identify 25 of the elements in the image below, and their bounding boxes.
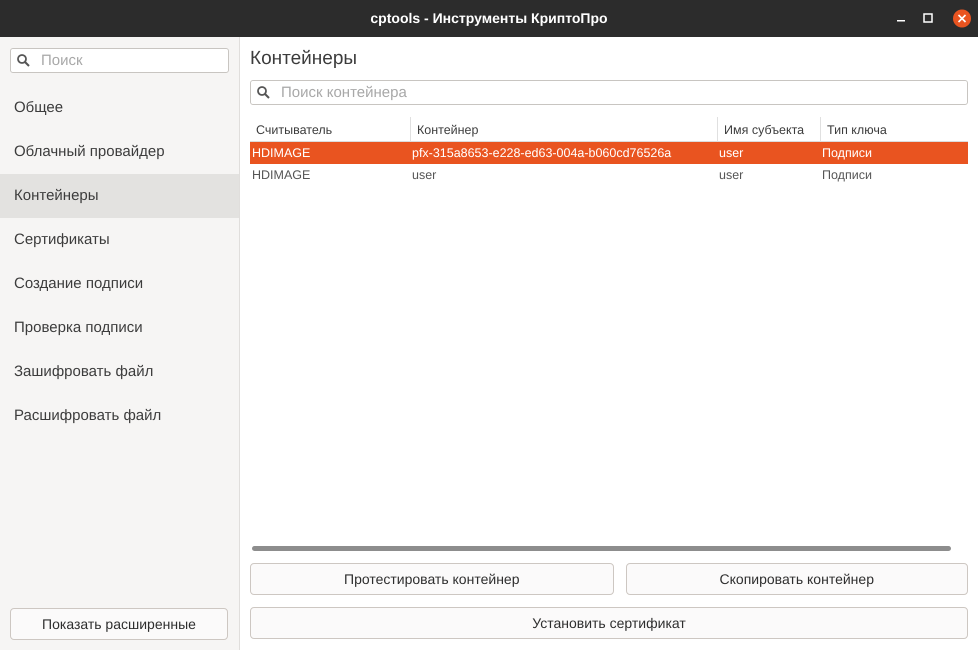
table-cell: user [717, 142, 820, 164]
table-cell-text: Подписи [821, 167, 873, 184]
table-cell: pfx-315a8653-e228-ed63-004a-b060cd76526a [410, 142, 717, 164]
sidebar-item[interactable]: Расшифровать файл [0, 394, 239, 438]
table-cell-text: user [411, 167, 438, 184]
table-cell: HDIMAGE [250, 142, 410, 164]
window-title: cptools - Инструменты КриптоПро [370, 9, 608, 28]
action-button[interactable]: Скопировать контейнер [626, 563, 968, 595]
search-field[interactable]: Поиск [10, 48, 229, 73]
sidebar-item[interactable]: Облачный провайдер [0, 130, 239, 174]
action-button[interactable]: Установить сертификат [250, 607, 968, 639]
table-cell-text: user [718, 167, 744, 184]
sidebar-item[interactable]: Общее [0, 86, 239, 130]
sidebar-item[interactable]: Зашифровать файл [0, 350, 239, 394]
sidebar-item[interactable]: Проверка подписи [0, 306, 239, 350]
scrollbar[interactable] [252, 546, 951, 551]
table-cell-text: HDIMAGE [251, 167, 312, 184]
sidebar-item[interactable]: Создание подписи [0, 262, 239, 306]
sidebar-item[interactable]: Сертификаты [0, 218, 239, 262]
page-heading: Контейнеры [250, 47, 358, 71]
container-search-field[interactable]: Поиск контейнера [250, 80, 968, 104]
table-cell: Подписи [820, 142, 968, 164]
action-button[interactable]: Протестировать контейнер [250, 563, 614, 595]
show-advanced-button[interactable]: Показать расширенные [10, 608, 228, 640]
sidebar-item[interactable]: Контейнеры [0, 174, 239, 218]
